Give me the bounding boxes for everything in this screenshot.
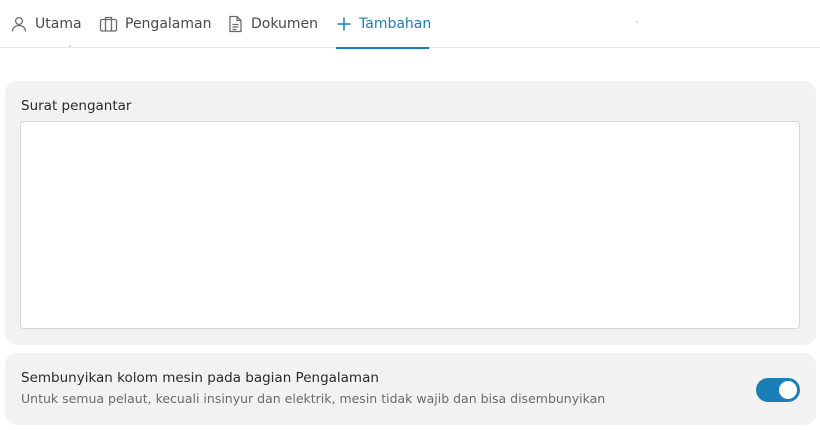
- document-icon: [227, 15, 244, 33]
- tab-tambahan[interactable]: Tambahan: [336, 0, 432, 49]
- cover-letter-card: Surat pengantar: [5, 81, 816, 345]
- plus-icon: [336, 16, 352, 32]
- hide-engine-description: Untuk semua pelaut, kecuali insinyur dan…: [21, 391, 606, 406]
- tab-utama[interactable]: Utama: [10, 0, 82, 48]
- decorative-dot: [69, 45, 71, 47]
- toggle-knob: [779, 381, 797, 399]
- briefcase-icon: [99, 15, 118, 33]
- hide-engine-title: Sembunyikan kolom mesin pada bagian Peng…: [21, 370, 379, 386]
- tab-pengalaman-label: Pengalaman: [125, 16, 212, 32]
- hide-engine-toggle[interactable]: [756, 378, 800, 402]
- decorative-dot: [636, 21, 638, 23]
- cover-letter-label: Surat pengantar: [21, 98, 132, 114]
- cover-letter-textarea[interactable]: [20, 121, 800, 329]
- person-icon: [10, 15, 28, 33]
- tab-dokumen-label: Dokumen: [251, 16, 319, 32]
- tab-tambahan-label: Tambahan: [359, 16, 432, 32]
- tab-pengalaman[interactable]: Pengalaman: [99, 0, 211, 48]
- tab-dokumen[interactable]: Dokumen: [227, 0, 318, 48]
- hide-engine-card: Sembunyikan kolom mesin pada bagian Peng…: [5, 353, 816, 425]
- tab-utama-label: Utama: [35, 16, 82, 32]
- tab-bar: Utama Pengalaman Dokumen Tambahan: [0, 0, 820, 49]
